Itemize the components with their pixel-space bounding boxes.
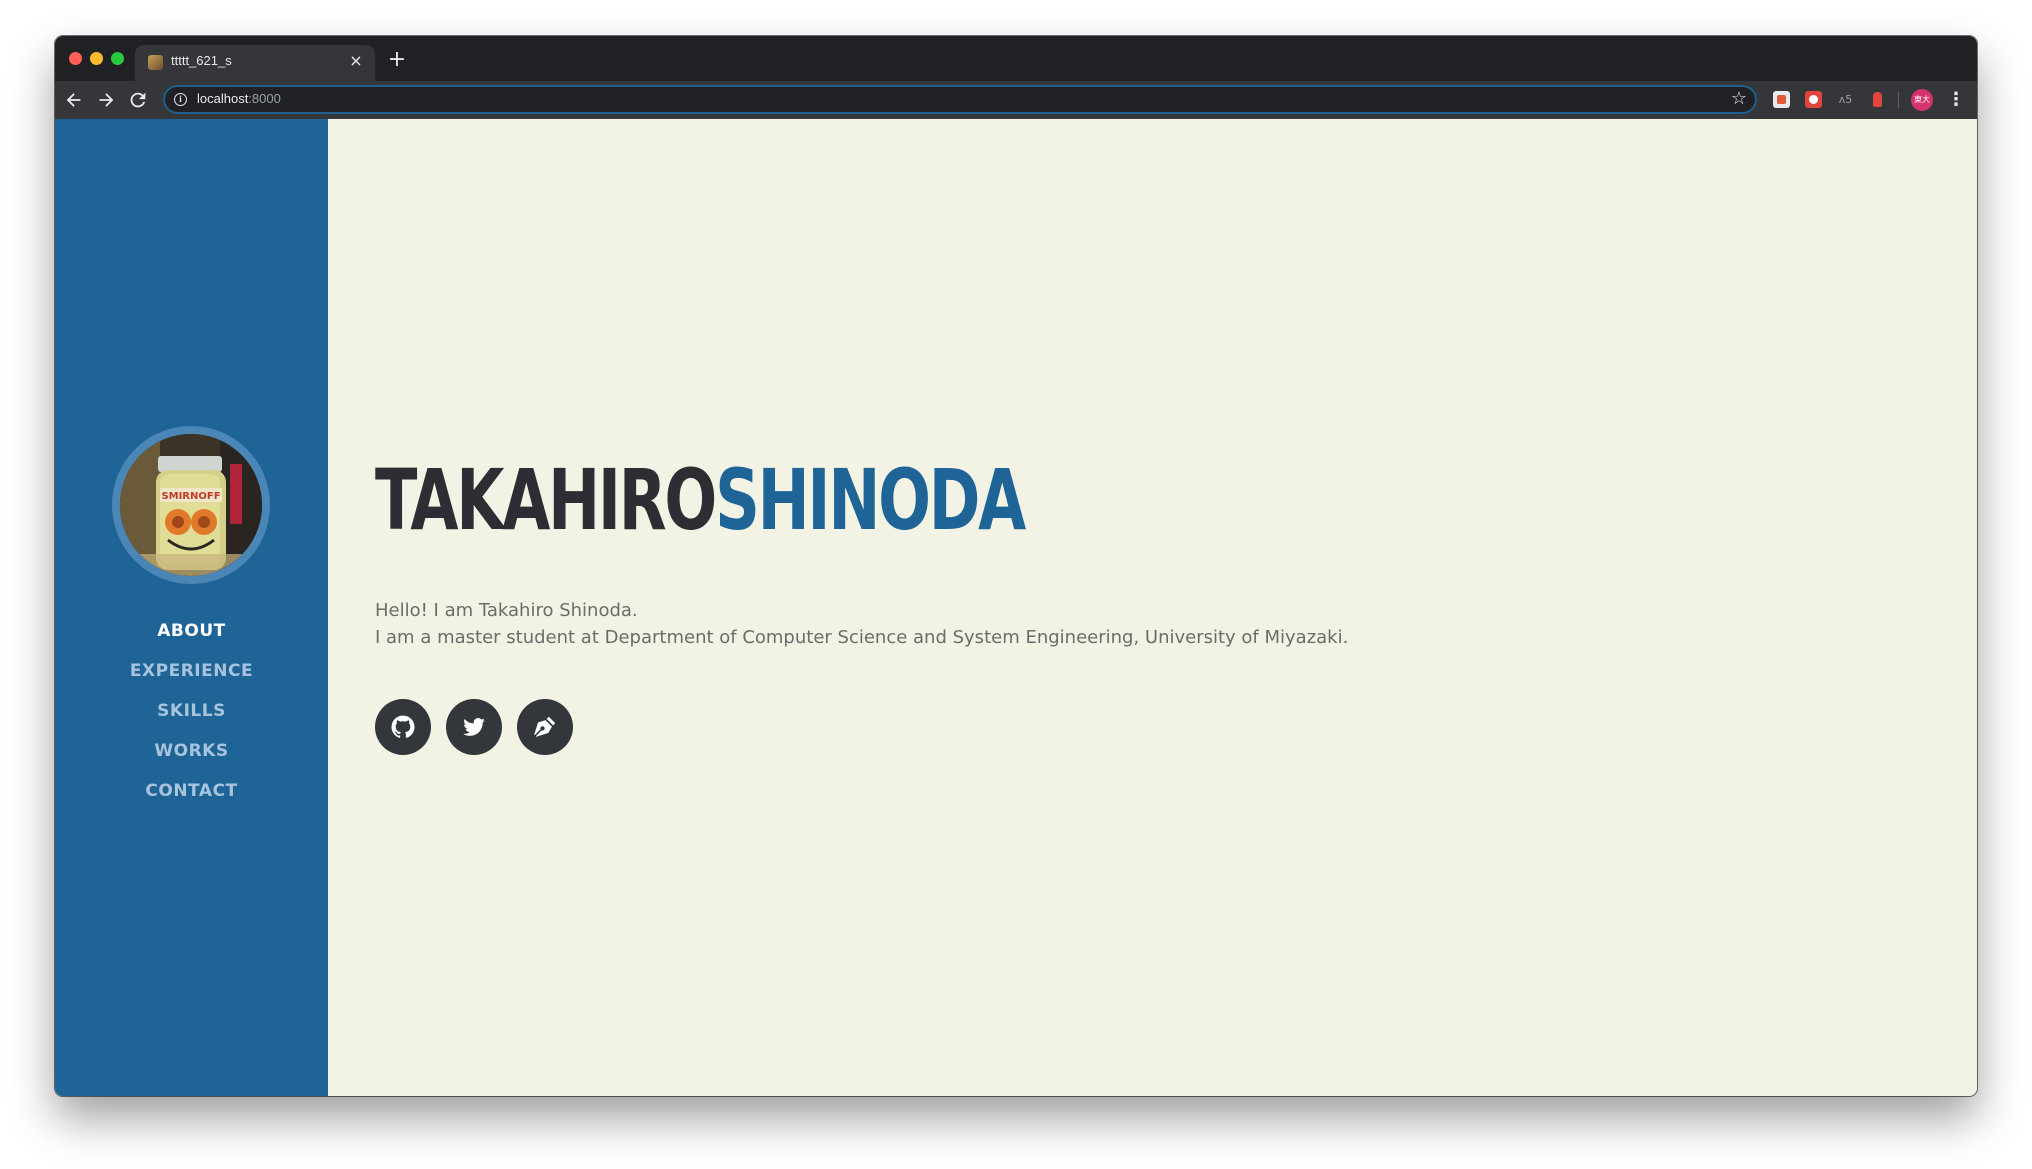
back-button[interactable] [63, 89, 85, 111]
browser-window: ttttt_621_s × + i localhost:8000 ☆ ʌ5 東大… [55, 36, 1977, 1096]
toolbar-separator [1898, 92, 1899, 108]
forward-button[interactable] [95, 89, 117, 111]
blog-link[interactable] [517, 699, 573, 755]
intro-line-1: Hello! I am Takahiro Shinoda. [375, 600, 638, 621]
github-link[interactable] [375, 699, 431, 755]
page-title: TAKAHIROSHINODA [375, 451, 1026, 549]
profile-image: SMIRNOFF [120, 434, 262, 576]
nav-item-about[interactable]: ABOUT [55, 611, 328, 651]
nav-item-works[interactable]: WORKS [55, 731, 328, 771]
tab-title: ttttt_621_s [171, 53, 232, 68]
info-icon[interactable]: i [174, 93, 187, 106]
svg-text:SMIRNOFF: SMIRNOFF [161, 491, 220, 502]
twitter-link[interactable] [446, 699, 502, 755]
url-text: localhost:8000 [197, 91, 281, 106]
extension-icon-2[interactable] [1805, 91, 1822, 108]
profile-photo: SMIRNOFF [112, 426, 270, 584]
tab-bar: ttttt_621_s × + [55, 36, 1977, 81]
new-tab-button[interactable]: + [386, 49, 408, 71]
extension-icon-3[interactable]: ʌ5 [1837, 91, 1854, 108]
reload-button[interactable] [127, 89, 149, 111]
reload-icon [130, 92, 146, 108]
arrow-right-icon [99, 93, 114, 107]
bookmark-star-icon[interactable]: ☆ [1731, 88, 1747, 110]
first-name: TAKAHIRO [375, 451, 717, 549]
last-name: SHINODA [715, 451, 1026, 549]
address-bar[interactable]: i localhost:8000 ☆ [163, 85, 1757, 114]
github-icon [391, 715, 415, 738]
intro-text: Hello! I am Takahiro Shinoda. I am a mas… [375, 597, 1475, 651]
arrow-left-icon [66, 93, 81, 107]
nav-item-skills[interactable]: SKILLS [55, 691, 328, 731]
profile-avatar[interactable]: 東大 [1911, 89, 1933, 111]
pen-icon [534, 716, 556, 737]
page: SMIRNOFF ABOUT EXPERIENCE SKILLS WORKS C… [55, 119, 1977, 1096]
extension-icon-4[interactable] [1869, 91, 1886, 108]
minimize-window-button[interactable] [90, 52, 103, 65]
twitter-icon [463, 718, 485, 736]
nav-item-experience[interactable]: EXPERIENCE [55, 651, 328, 691]
maximize-window-button[interactable] [111, 52, 124, 65]
close-window-button[interactable] [69, 52, 82, 65]
browser-toolbar: i localhost:8000 ☆ ʌ5 東大 ⋮ [55, 81, 1977, 119]
extension-icon-1[interactable] [1773, 91, 1790, 108]
intro-line-2: I am a master student at Department of C… [375, 627, 1349, 648]
nav-item-contact[interactable]: CONTACT [55, 771, 328, 811]
favicon-icon [148, 55, 163, 70]
sidebar-nav: ABOUT EXPERIENCE SKILLS WORKS CONTACT [55, 611, 328, 811]
browser-tab[interactable]: ttttt_621_s × [135, 45, 375, 81]
sidebar: SMIRNOFF ABOUT EXPERIENCE SKILLS WORKS C… [55, 119, 328, 1096]
more-menu-icon[interactable]: ⋮ [1947, 88, 1965, 112]
tab-close-icon[interactable]: × [347, 52, 365, 70]
